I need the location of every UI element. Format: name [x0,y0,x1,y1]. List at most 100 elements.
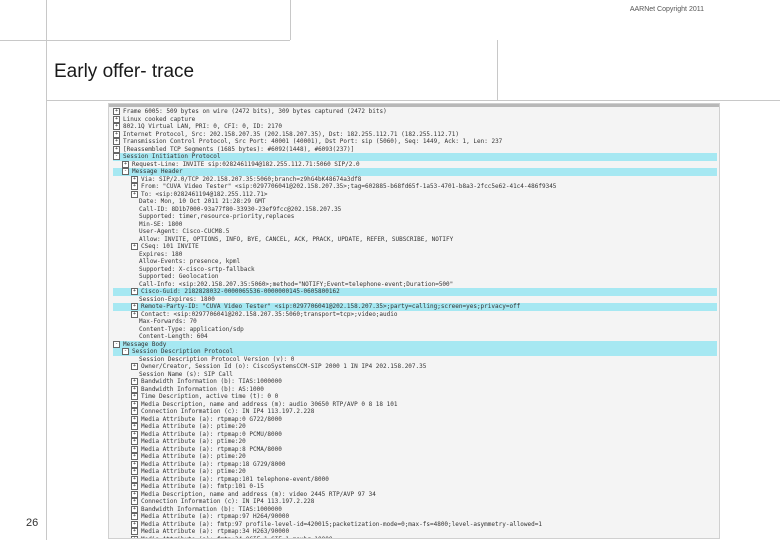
tree-row[interactable]: + Media Attribute (a): rtpmap:18 G729/800… [113,461,717,469]
tree-row[interactable]: Allow-Events: presence, kpml [113,258,717,266]
expand-icon[interactable]: + [131,513,138,521]
tree-row[interactable]: + Media Attribute (a): fmtp:97 profile-le… [113,521,717,529]
tree-row[interactable]: + Connection Information (c): IN IP4 113.… [113,498,717,506]
tree-row[interactable]: Max-Forwards: 70 [113,318,717,326]
tree-row[interactable]: Supported: timer,resource-priority,repla… [113,213,717,221]
tree-row[interactable]: User-Agent: Cisco-CUCM8.5 [113,228,717,236]
tree-row[interactable]: Session-Expires: 1800 [113,296,717,304]
tree-row[interactable]: + Remote-Party-ID: "CUVA Video Tester" <s… [113,303,717,311]
tree-row[interactable]: + From: "CUVA Video Tester" <sip:02977060… [113,183,717,191]
tree-row[interactable]: + Media Description, name and address (m)… [113,401,717,409]
expand-icon[interactable]: + [131,303,138,311]
expand-icon[interactable]: + [131,175,138,183]
collapse-icon[interactable]: - [113,340,120,348]
expand-icon[interactable]: + [113,108,120,116]
tree-row[interactable]: + Media Attribute (a): rtpmap:101 telepho… [113,476,717,484]
expand-icon[interactable]: + [131,243,138,251]
expand-icon[interactable]: + [131,385,138,393]
tree-row[interactable]: - Message Body [113,340,717,348]
tree-row[interactable]: Session Description Protocol Version (v)… [113,356,717,364]
expand-icon[interactable]: + [131,393,138,401]
tree-row[interactable]: Supported: Geolocation [113,273,717,281]
tree-row[interactable]: + Media Attribute (a): fmtp:34 QCIF=1 CIF… [113,535,717,538]
expand-icon[interactable]: + [131,430,138,438]
tree-row[interactable]: Content-Length: 604 [113,333,717,341]
expand-icon[interactable]: + [131,378,138,386]
expand-icon[interactable]: + [131,498,138,506]
expand-icon[interactable]: + [131,528,138,536]
tree-row[interactable]: + Bandwidth Information (b): TIAS:1000000 [113,378,717,386]
expand-icon[interactable]: + [131,408,138,416]
tree-row[interactable]: + [Reassembled TCP Segments (1685 bytes):… [113,146,717,154]
expand-icon[interactable]: + [131,475,138,483]
tree-row[interactable]: + Transmission Control Protocol, Src Port… [113,138,717,146]
tree-row[interactable]: + Linux cooked capture [113,116,717,124]
expand-icon[interactable]: + [131,363,138,371]
expand-icon[interactable]: + [131,490,138,498]
tree-row[interactable]: Date: Mon, 10 Oct 2011 21:28:29 GMT [113,198,717,206]
tree-row[interactable]: Min-SE: 1800 [113,221,717,229]
expand-icon[interactable]: + [131,453,138,461]
tree-row[interactable]: + Media Attribute (a): rtpmap:0 PCMU/8000 [113,431,717,439]
expand-icon[interactable]: + [131,288,138,296]
tree-row[interactable]: + Media Attribute (a): rtpmap:8 PCMA/8000 [113,446,717,454]
expand-icon[interactable]: + [131,415,138,423]
tree-row[interactable]: + Media Attribute (a): ptime:20 [113,423,717,431]
tree-row[interactable]: + Bandwidth Information (b): TIAS:1000000 [113,506,717,514]
tree-row[interactable]: + Media Attribute (a): ptime:20 [113,438,717,446]
expand-icon[interactable]: + [113,138,120,146]
tree-row[interactable]: + Time Description, active time (t): 0 0 [113,393,717,401]
tree-row[interactable]: Supported: X-cisco-srtp-fallback [113,266,717,274]
expand-icon[interactable]: + [131,183,138,191]
tree-row[interactable]: + Owner/Creator, Session Id (o): CiscoSys… [113,363,717,371]
tree-row[interactable]: Call-Info: <sip:202.158.207.35:5060>;met… [113,281,717,289]
expand-icon[interactable]: + [131,468,138,476]
tree-row[interactable]: + Cisco-Guid: 2182828032-0000065536-00000… [113,288,717,296]
tree-row[interactable]: Session Name (s): SIP Call [113,371,717,379]
tree-row[interactable]: Allow: INVITE, OPTIONS, INFO, BYE, CANCE… [113,236,717,244]
collapse-icon[interactable]: - [113,153,120,161]
expand-icon[interactable]: + [131,190,138,198]
tree-row[interactable]: + To: <sip:0282461194@182.255.112.71> [113,191,717,199]
tree-row[interactable]: + Frame 6005: 509 bytes on wire (2472 bit… [113,108,717,116]
expand-icon[interactable]: + [113,145,120,153]
collapse-icon[interactable]: - [122,168,129,176]
tree-row[interactable]: +802.1Q Virtual LAN, PRI: 0, CFI: 0, ID:… [113,123,717,131]
expand-icon[interactable]: + [131,310,138,318]
tree-row[interactable]: Expires: 180 [113,251,717,259]
collapse-icon[interactable]: - [122,348,129,356]
tree-row[interactable]: + Internet Protocol, Src: 202.158.207.35 … [113,131,717,139]
tree-row-text: Cisco-Guid: 2182828032-0000065536-000000… [141,288,340,295]
expand-icon[interactable]: + [131,460,138,468]
expand-icon[interactable]: + [131,438,138,446]
expand-icon[interactable]: + [131,505,138,513]
tree-row[interactable]: Content-Type: application/sdp [113,326,717,334]
tree-row[interactable]: + Media Attribute (a): rtpmap:0 G722/8000 [113,416,717,424]
expand-icon[interactable]: + [113,115,120,123]
tree-row[interactable]: + CSeq: 101 INVITE [113,243,717,251]
tree-row[interactable]: + Request-Line: INVITE sip:0282461194@182… [113,161,717,169]
tree-row[interactable]: + Bandwidth Information (b): AS:1000 [113,386,717,394]
tree-row[interactable]: - Session Description Protocol [113,348,717,356]
tree-row[interactable]: + Media Attribute (a): rtpmap:34 H263/900… [113,528,717,536]
expand-icon[interactable]: + [131,400,138,408]
expand-icon[interactable]: + [131,535,138,538]
expand-icon[interactable]: + [131,483,138,491]
tree-row[interactable]: + Connection Information (c): IN IP4 113.… [113,408,717,416]
expand-icon[interactable]: + [131,520,138,528]
expand-icon[interactable]: + [131,423,138,431]
tree-row[interactable]: + Media Attribute (a): ptime:20 [113,468,717,476]
expand-icon[interactable]: + [122,160,129,168]
expand-icon[interactable]: + [113,130,120,138]
tree-row[interactable]: - Message Header [113,168,717,176]
tree-row[interactable]: + Media Attribute (a): rtpmap:97 H264/900… [113,513,717,521]
expand-icon[interactable]: + [131,445,138,453]
tree-row[interactable]: - Session Initiation Protocol [113,153,717,161]
expand-icon[interactable]: + [113,123,120,131]
tree-row[interactable]: + Media Description, name and address (m)… [113,491,717,499]
tree-row[interactable]: + Media Attribute (a): ptime:20 [113,453,717,461]
tree-row[interactable]: Call-ID: 8D1b7000-93a77f80-33930-23ef9fc… [113,206,717,214]
tree-row[interactable]: + Via: SIP/2.0/TCP 202.158.207.35:5060;br… [113,176,717,184]
tree-row[interactable]: + Media Attribute (a): fmtp:101 0-15 [113,483,717,491]
tree-row[interactable]: + Contact: <sip:0297706041@202.158.207.35… [113,311,717,319]
